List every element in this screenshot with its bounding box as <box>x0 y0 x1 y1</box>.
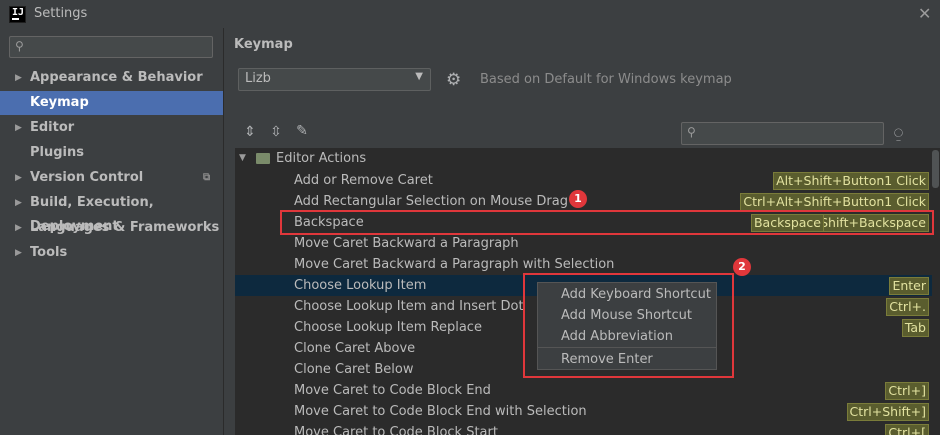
search-icon: ⚲ <box>687 125 696 139</box>
shortcut-badge: Tab <box>901 319 929 337</box>
search-icon: ⚲ <box>15 39 24 53</box>
nav-item-version-control[interactable]: ▶ Version Control ⧉ <box>0 166 223 190</box>
nav-item-appearance-behavior[interactable]: ▶ Appearance & Behavior <box>0 66 223 90</box>
tree-row[interactable]: Move Caret Backward a Paragraph with Sel… <box>235 254 932 275</box>
shortcut-badge: Ctrl+] <box>885 382 929 400</box>
shortcut-badge: Ctrl+Shift+] <box>846 403 929 421</box>
tree-row[interactable]: Add or Remove Caret Alt+Shift+Button1 Cl… <box>235 170 932 191</box>
nav-item-plugins[interactable]: Plugins <box>0 141 223 165</box>
title-bar <box>0 0 940 28</box>
keymap-search-input[interactable]: ⚲ <box>681 122 884 145</box>
expand-arrow-icon: ▶ <box>15 73 22 83</box>
shortcut-badge: Ctrl+Alt+Shift+Button1 Click <box>740 193 929 211</box>
collapse-all-icon[interactable]: ⇳ <box>268 124 284 140</box>
nav-item-tools[interactable]: ▶ Tools <box>0 241 223 265</box>
expand-all-icon[interactable]: ⇕ <box>242 124 258 140</box>
find-by-shortcut-icon[interactable]: ⍜ <box>894 124 903 142</box>
annotation-box-backspace <box>280 210 934 235</box>
app-logo-icon: IJ <box>9 6 26 23</box>
settings-search-input[interactable]: ⚲ <box>9 36 213 58</box>
nav-item-languages-frameworks[interactable]: ▶ Languages & Frameworks <box>0 216 223 240</box>
tree-row[interactable]: Move Caret Backward a Paragraph <box>235 233 932 254</box>
tree-row[interactable]: Move Caret to Code Block Start Ctrl+[ <box>235 422 932 435</box>
expand-arrow-icon: ▶ <box>15 223 22 233</box>
expand-arrow-icon: ▶ <box>15 123 22 133</box>
project-settings-icon: ⧉ <box>203 172 211 183</box>
annotation-marker-1: 1 <box>569 190 587 208</box>
folder-icon <box>256 153 270 164</box>
collapse-arrow-icon: ▼ <box>239 153 246 163</box>
shortcut-badge: Alt+Shift+Button1 Click <box>773 172 929 190</box>
shortcut-badge: Ctrl+[ <box>885 424 929 435</box>
nav-item-editor[interactable]: ▶ Editor <box>0 116 223 140</box>
annotation-marker-2: 2 <box>733 258 751 276</box>
tree-group-editor-actions[interactable]: ▼ Editor Actions <box>235 148 932 169</box>
keymap-select-value: Lizb <box>245 71 271 86</box>
tree-scrollbar[interactable] <box>932 148 940 435</box>
scrollbar-thumb[interactable] <box>932 150 939 188</box>
close-icon[interactable]: ✕ <box>918 4 931 23</box>
gear-icon[interactable]: ⚙ <box>446 70 461 90</box>
annotation-box-context-menu <box>523 273 734 378</box>
window-title: Settings <box>34 6 88 21</box>
chevron-down-icon: ▼ <box>415 71 423 82</box>
nav-item-keymap[interactable]: Keymap <box>0 91 223 115</box>
edit-icon[interactable]: ✎ <box>294 123 310 139</box>
nav-item-build-execution-deployment[interactable]: ▶ Build, Execution, Deployment <box>0 191 223 234</box>
expand-arrow-icon: ▶ <box>15 173 22 183</box>
based-on-text: Based on Default for Windows keymap <box>480 72 732 87</box>
shortcut-badge: Ctrl+. <box>886 298 929 316</box>
expand-arrow-icon: ▶ <box>15 198 22 208</box>
tree-row[interactable]: Move Caret to Code Block End with Select… <box>235 401 932 422</box>
keymap-select[interactable]: Lizb ▼ <box>238 68 431 91</box>
expand-arrow-icon: ▶ <box>15 248 22 258</box>
page-title: Keymap <box>234 37 293 52</box>
shortcut-badge: Enter <box>889 277 929 295</box>
tree-row[interactable]: Move Caret to Code Block End Ctrl+] <box>235 380 932 401</box>
